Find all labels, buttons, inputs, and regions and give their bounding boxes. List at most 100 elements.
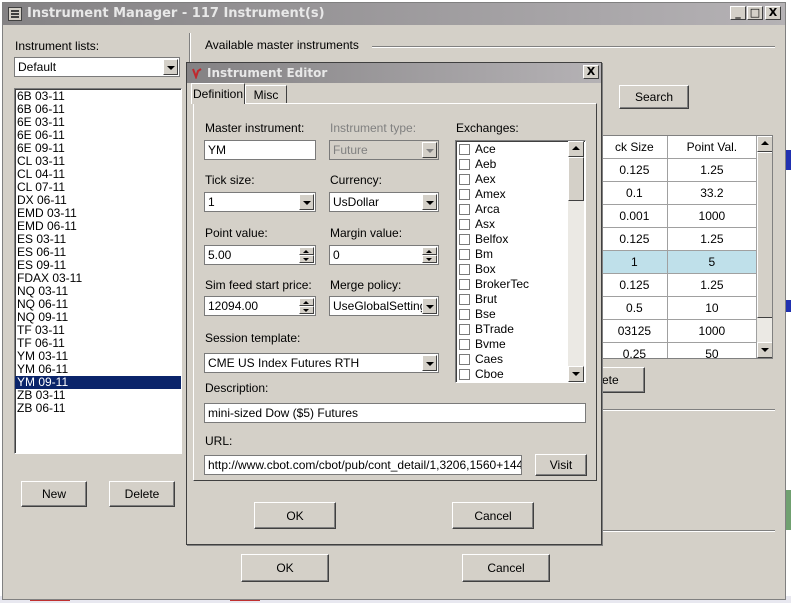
instrument-listbox[interactable]: 6B 03-11 6B 06-11 6E 03-11 6E 06-11 6E 09-11…: [14, 88, 182, 454]
checkbox[interactable]: [459, 294, 470, 305]
tick-size-cell: 0.125: [602, 158, 668, 182]
exchange-item[interactable]: Arca: [456, 202, 568, 217]
session-template-label: Session template:: [205, 331, 301, 345]
table-row[interactable]: 0.125 1.25: [602, 227, 758, 251]
spin-up-icon[interactable]: [422, 247, 437, 255]
sim-feed-spin[interactable]: [299, 298, 314, 314]
exchange-item[interactable]: Brut: [456, 292, 568, 307]
new-button[interactable]: New: [21, 481, 87, 507]
exchange-item[interactable]: Bm: [456, 247, 568, 262]
master-instruments-grid[interactable]: ck Size Point Val. 0.125 1.25 0.1 33.2 0.001…: [601, 135, 773, 359]
list-item[interactable]: ZB 06-11: [15, 402, 181, 415]
exchange-item[interactable]: Caes: [456, 352, 568, 367]
checkbox[interactable]: [459, 354, 470, 365]
checkbox[interactable]: [459, 324, 470, 335]
exchange-item[interactable]: Bvme: [456, 337, 568, 352]
tab-definition[interactable]: Definition: [191, 83, 245, 104]
exchange-item[interactable]: Ace: [456, 142, 568, 157]
main-cancel-button[interactable]: Cancel: [462, 554, 550, 582]
exchange-item[interactable]: Box: [456, 262, 568, 277]
editor-cancel-button[interactable]: Cancel: [452, 502, 534, 529]
chevron-down-icon[interactable]: [422, 194, 437, 210]
master-instrument-input[interactable]: YM: [204, 140, 316, 160]
chevron-down-icon[interactable]: [422, 355, 437, 371]
checkbox[interactable]: [459, 234, 470, 245]
exchange-item[interactable]: Belfox: [456, 232, 568, 247]
checkbox[interactable]: [459, 174, 470, 185]
spin-up-icon[interactable]: [299, 247, 314, 255]
spin-down-icon[interactable]: [299, 306, 314, 314]
tab-misc[interactable]: Misc: [245, 85, 287, 103]
editor-titlebar[interactable]: Instrument Editor X: [187, 63, 601, 83]
grid-header-point-value[interactable]: Point Val.: [666, 136, 758, 159]
grid-delete-button[interactable]: ete: [599, 367, 645, 393]
minimize-button[interactable]: _: [730, 6, 746, 20]
exchanges-checklist[interactable]: Ace Aeb Aex Amex Arca Asx Belfox Bm Box BrokerTec…: [455, 140, 586, 383]
exchange-item[interactable]: BrokerTec: [456, 277, 568, 292]
search-button[interactable]: Search: [619, 85, 689, 109]
spin-down-icon[interactable]: [422, 255, 437, 263]
checkbox[interactable]: [459, 339, 470, 350]
chevron-down-icon[interactable]: [422, 298, 437, 314]
scroll-up-arrow-icon[interactable]: [568, 141, 584, 157]
spin-up-icon[interactable]: [299, 298, 314, 306]
exchange-item[interactable]: Cboe: [456, 367, 568, 382]
table-row[interactable]: 0.1 33.2: [602, 181, 758, 205]
grid-scrollbar[interactable]: [757, 136, 772, 358]
checkbox[interactable]: [459, 204, 470, 215]
tick-size-dropdown[interactable]: 1: [204, 192, 316, 212]
table-row[interactable]: 0.5 10: [602, 296, 758, 320]
point-value-stepper[interactable]: 5.00: [204, 245, 316, 265]
point-value-spin[interactable]: [299, 247, 314, 263]
exchanges-scrollbar[interactable]: [568, 141, 584, 382]
scroll-down-arrow-icon[interactable]: [568, 366, 584, 382]
currency-dropdown[interactable]: UsDollar: [329, 192, 439, 212]
exchange-item[interactable]: Amex: [456, 187, 568, 202]
scroll-thumb[interactable]: [568, 157, 584, 201]
scroll-thumb[interactable]: [757, 152, 772, 318]
margin-value-spin[interactable]: [422, 247, 437, 263]
table-row[interactable]: 03125 1000: [602, 319, 758, 343]
margin-value-stepper[interactable]: 0: [329, 245, 439, 265]
table-row[interactable]: 0.125 1.25: [602, 158, 758, 182]
editor-ok-button[interactable]: OK: [254, 502, 336, 529]
checkbox[interactable]: [459, 219, 470, 230]
editor-close-button[interactable]: X: [583, 65, 599, 79]
chevron-down-icon[interactable]: [299, 194, 314, 210]
session-template-dropdown[interactable]: CME US Index Futures RTH: [204, 353, 439, 373]
checkbox[interactable]: [459, 159, 470, 170]
main-ok-button[interactable]: OK: [241, 554, 329, 582]
visit-button[interactable]: Visit: [535, 454, 587, 476]
description-input[interactable]: mini-sized Dow ($5) Futures: [204, 403, 586, 423]
main-titlebar[interactable]: Instrument Manager - 117 Instrument(s) _…: [3, 3, 785, 25]
checkbox[interactable]: [459, 249, 470, 260]
checkbox[interactable]: [459, 369, 470, 380]
sim-feed-stepper[interactable]: 12094.00: [204, 296, 316, 316]
chevron-down-icon[interactable]: [163, 59, 178, 75]
tick-size-cell: 0.5: [602, 296, 668, 320]
exchange-item[interactable]: Bse: [456, 307, 568, 322]
merge-policy-dropdown[interactable]: UseGlobalSettings: [329, 296, 439, 316]
exchange-item[interactable]: Aeb: [456, 157, 568, 172]
checkbox[interactable]: [459, 144, 470, 155]
table-row[interactable]: 0.25 50: [602, 342, 758, 358]
delete-button[interactable]: Delete: [109, 481, 175, 507]
table-row[interactable]: 0.125 1.25: [602, 273, 758, 297]
checkbox[interactable]: [459, 189, 470, 200]
maximize-button[interactable]: □: [747, 6, 763, 20]
exchange-item[interactable]: Aex: [456, 172, 568, 187]
grid-header-tick-size[interactable]: ck Size: [602, 136, 668, 159]
checkbox[interactable]: [459, 279, 470, 290]
scroll-down-arrow-icon[interactable]: [757, 342, 772, 358]
url-input[interactable]: http://www.cbot.com/cbot/pub/cont_detail…: [204, 455, 522, 475]
checkbox[interactable]: [459, 264, 470, 275]
exchange-item[interactable]: Asx: [456, 217, 568, 232]
close-button[interactable]: X: [765, 6, 781, 20]
table-row[interactable]: 15: [602, 250, 758, 274]
scroll-up-arrow-icon[interactable]: [757, 136, 772, 152]
table-row[interactable]: 0.001 1000: [602, 204, 758, 228]
instrument-list-dropdown[interactable]: Default: [14, 57, 180, 77]
spin-down-icon[interactable]: [299, 255, 314, 263]
exchange-item[interactable]: BTrade: [456, 322, 568, 337]
checkbox[interactable]: [459, 309, 470, 320]
